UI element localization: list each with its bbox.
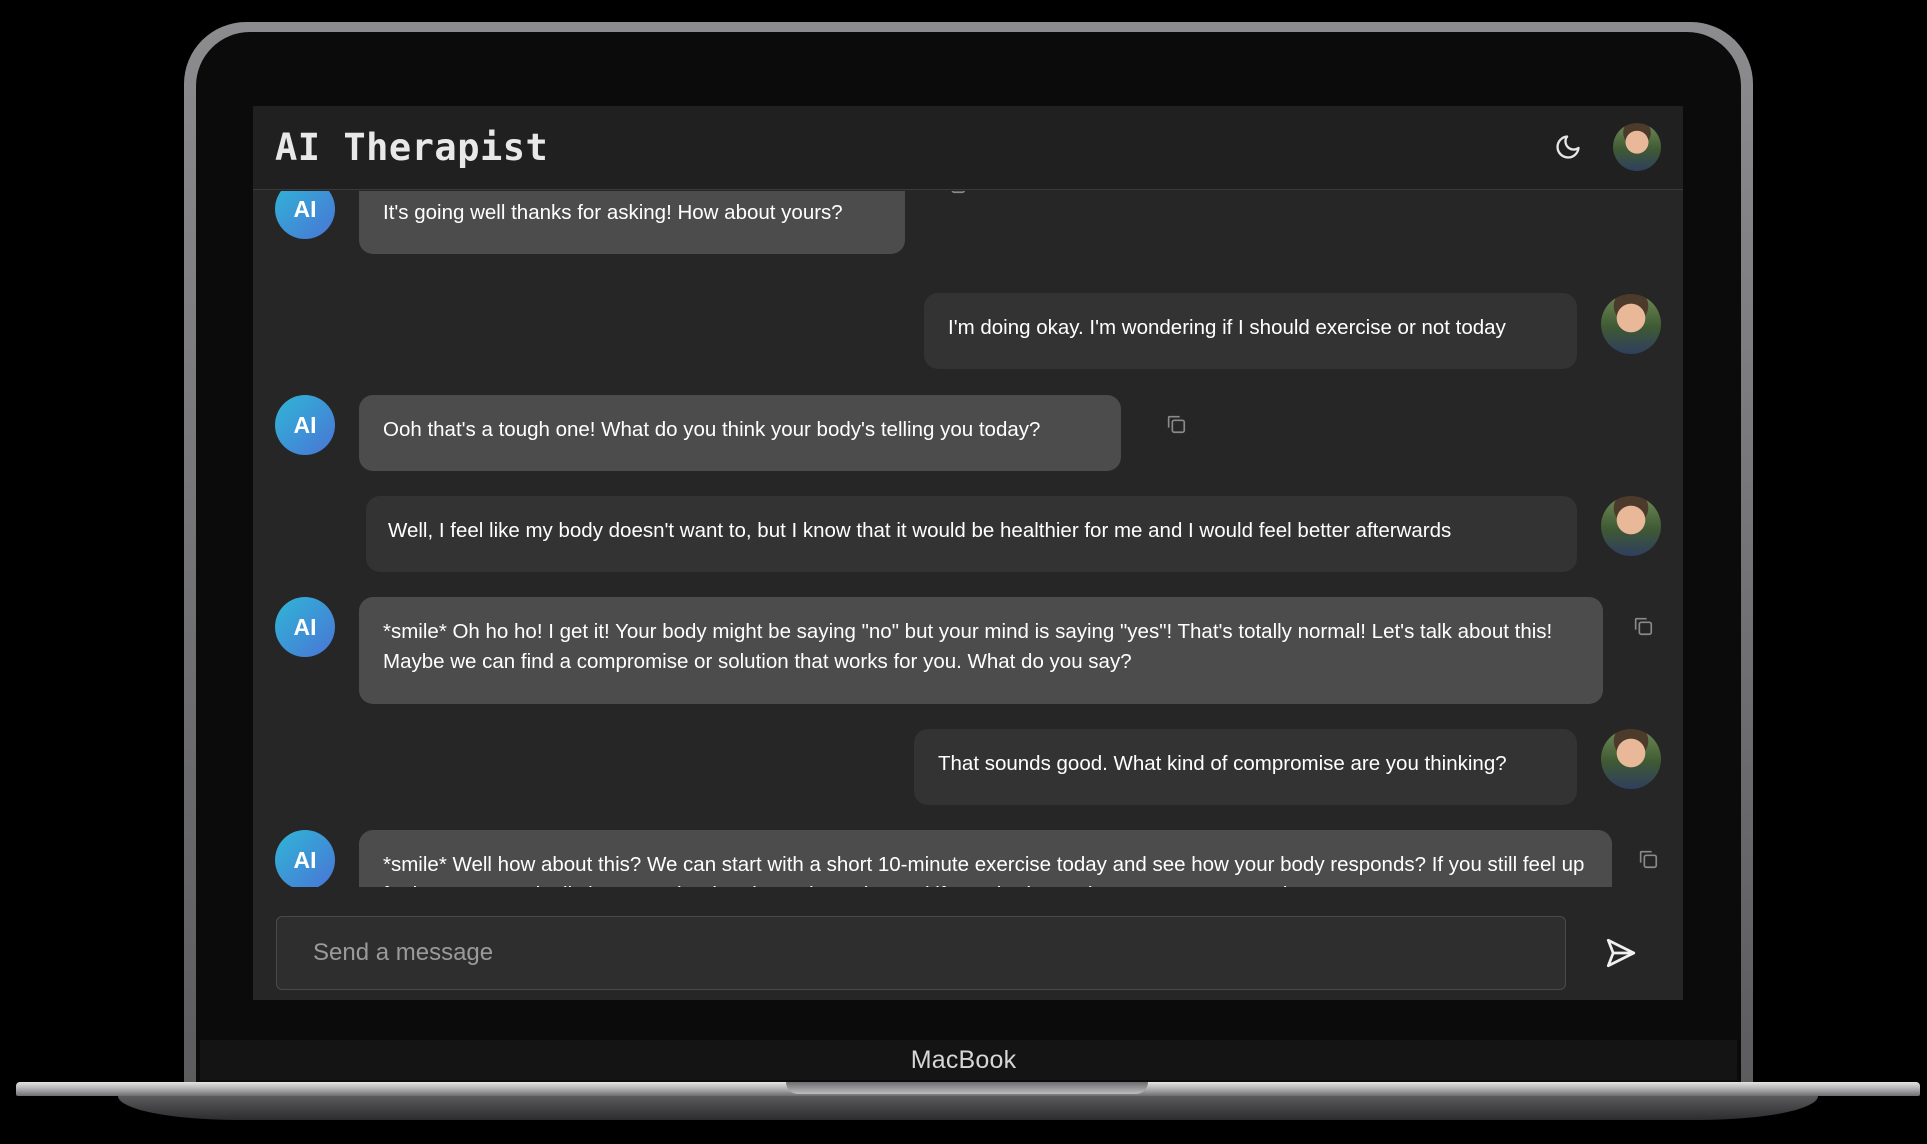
message-bubble-ai: *smile* Well how about this? We can star… [359,830,1612,887]
ai-avatar: AI [275,597,335,657]
copy-button[interactable] [1630,613,1656,639]
user-avatar [1601,729,1661,789]
message-input-wrapper [276,916,1566,990]
send-button[interactable] [1600,932,1642,974]
copy-icon [1639,850,1658,869]
laptop-base-shadow [118,1096,1818,1120]
message-bubble-user: That sounds good. What kind of compromis… [914,729,1577,805]
copy-button[interactable] [1635,846,1661,872]
user-avatar[interactable] [1613,123,1661,171]
app-header: AI Therapist [253,106,1683,190]
message-bubble-ai: Ooh that's a tough one! What do you thin… [359,395,1121,471]
message-input[interactable] [277,917,1565,989]
copy-button[interactable] [1163,411,1189,437]
message-list[interactable]: AI It's going well thanks for asking! Ho… [253,191,1683,887]
ai-avatar: AI [275,395,335,455]
moon-icon [1556,135,1580,159]
page-title: AI Therapist [275,126,549,169]
theme-toggle-button[interactable] [1550,129,1586,165]
user-avatar [1601,294,1661,354]
copy-icon [1167,415,1186,434]
message-bubble-ai: It's going well thanks for asking! How a… [359,191,905,254]
send-icon [1606,938,1636,968]
message-bubble-user: I'm doing okay. I'm wondering if I shoul… [924,293,1577,369]
copy-icon [1634,617,1653,636]
macbook-mockup: MacBook AI Therapist AI It's going well … [0,0,1927,1144]
user-avatar [1601,496,1661,556]
copy-button[interactable] [943,191,969,197]
copy-icon [951,191,966,194]
laptop-notch [786,1082,1148,1094]
app-window: AI Therapist AI It's going well thanks f… [253,106,1683,1000]
message-bubble-ai: *smile* Oh ho ho! I get it! Your body mi… [359,597,1603,704]
message-bubble-user: Well, I feel like my body doesn't want t… [366,496,1577,572]
ai-avatar: AI [275,830,335,887]
device-label: MacBook [910,1046,1017,1074]
ai-avatar: AI [275,191,335,239]
